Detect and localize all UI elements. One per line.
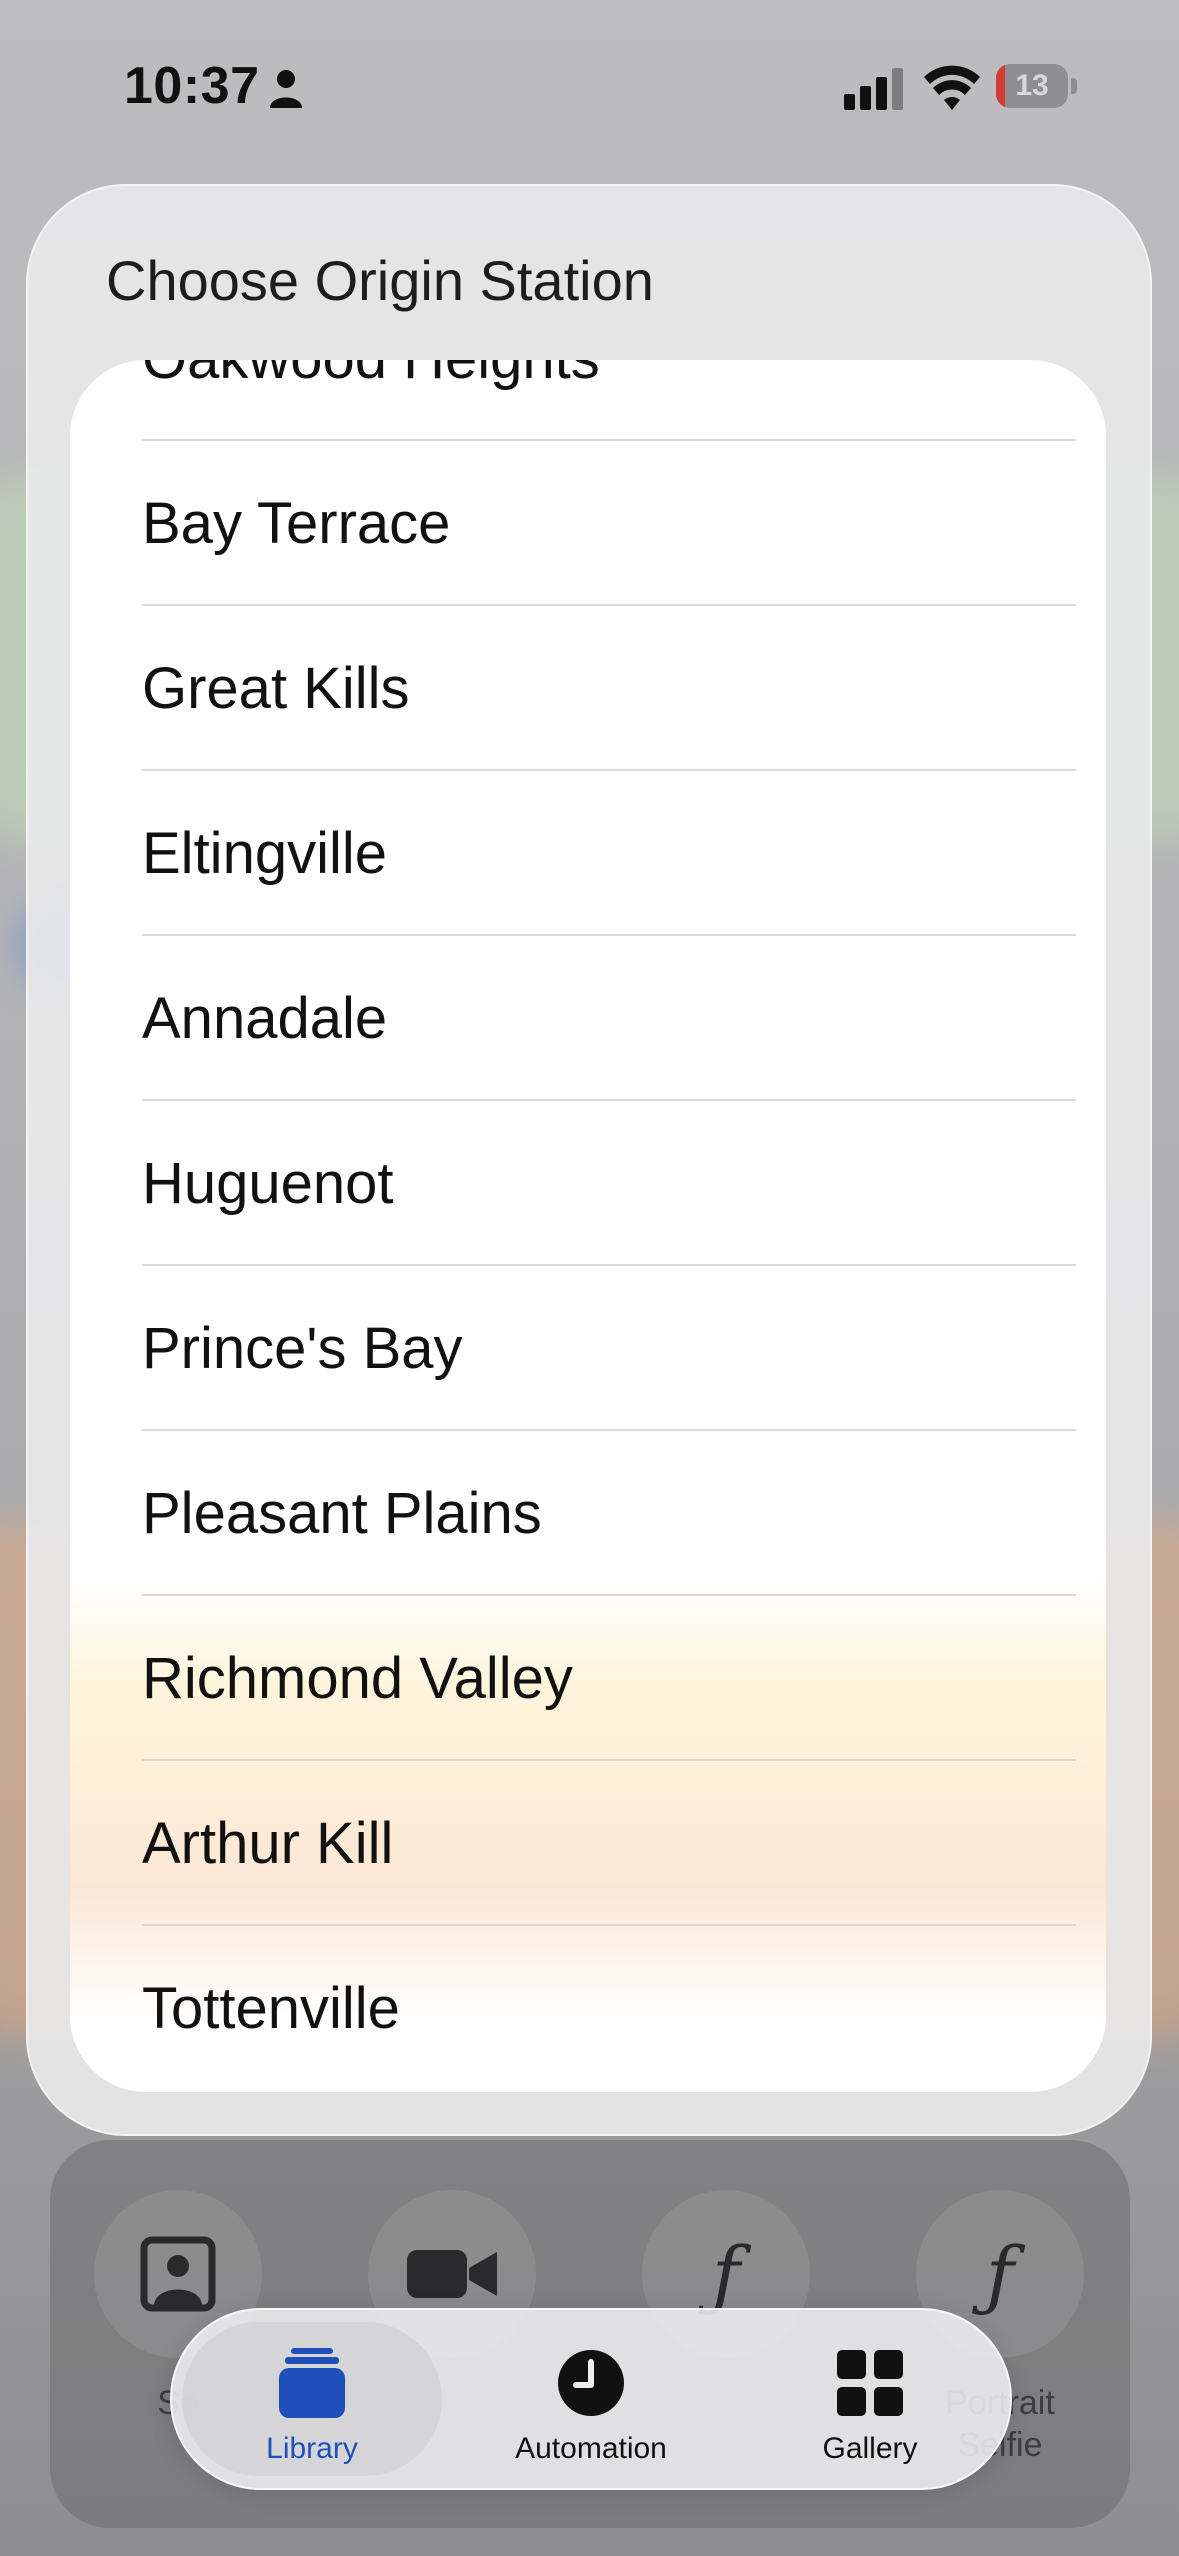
tab-label: Library xyxy=(266,2432,358,2465)
tab-gallery[interactable]: Gallery xyxy=(740,2322,1000,2476)
station-row[interactable]: Oakwood Heights xyxy=(70,360,1106,441)
station-row[interactable]: Tottenville xyxy=(70,1926,1106,2091)
station-row[interactable]: Prince's Bay xyxy=(70,1266,1106,1431)
choose-station-sheet: Choose Origin Station Oakwood Heights Bay… xyxy=(26,184,1152,2136)
station-name: Bay Terrace xyxy=(142,491,451,556)
battery-indicator: 13 xyxy=(996,64,1078,108)
person-portrait-icon xyxy=(140,2236,216,2312)
station-name: Tottenville xyxy=(142,1976,400,2041)
video-camera-icon xyxy=(407,2250,497,2298)
battery-body: 13 xyxy=(996,64,1068,108)
grid-icon xyxy=(837,2350,903,2416)
clock-icon xyxy=(558,2350,624,2416)
stack-icon xyxy=(279,2348,345,2418)
station-row[interactable]: Great Kills xyxy=(70,606,1106,771)
station-row[interactable]: Bay Terrace xyxy=(70,441,1106,606)
station-name: Oakwood Heights xyxy=(142,360,600,441)
tab-label: Automation xyxy=(515,2432,667,2465)
tab-label: Gallery xyxy=(822,2432,918,2465)
status-time: 10:37 xyxy=(124,57,260,115)
station-row[interactable]: Pleasant Plains xyxy=(70,1431,1106,1596)
station-row[interactable]: Annadale xyxy=(70,936,1106,1101)
station-row[interactable]: Eltingville xyxy=(70,771,1106,936)
station-list: Oakwood Heights Bay Terrace Great Kills Elt… xyxy=(70,360,1106,2091)
tab-automation[interactable]: Automation xyxy=(461,2322,721,2476)
status-bar: 10:37 13 xyxy=(0,0,1179,180)
battery-cap xyxy=(1071,78,1077,94)
function-icon: ƒ xyxy=(711,2229,741,2319)
person-icon xyxy=(270,70,302,108)
station-row[interactable]: Arthur Kill xyxy=(70,1761,1106,1926)
sheet-title: Choose Origin Station xyxy=(106,249,654,312)
cellular-signal-icon xyxy=(844,68,903,110)
station-row[interactable]: Richmond Valley xyxy=(70,1596,1106,1761)
wifi-icon xyxy=(924,65,980,110)
station-name: Arthur Kill xyxy=(142,1811,394,1876)
station-name: Richmond Valley xyxy=(142,1646,573,1711)
station-list-card: Oakwood Heights Bay Terrace Great Kills Elt… xyxy=(70,360,1106,2092)
function-icon: ƒ xyxy=(985,2229,1015,2319)
station-name: Eltingville xyxy=(142,821,387,886)
tab-library[interactable]: Library xyxy=(182,2322,442,2476)
station-name: Prince's Bay xyxy=(142,1316,463,1381)
station-name: Annadale xyxy=(142,986,388,1051)
station-row[interactable]: Huguenot xyxy=(70,1101,1106,1266)
battery-percentage: 13 xyxy=(1015,69,1049,102)
station-name: Pleasant Plains xyxy=(142,1481,542,1546)
station-name: Great Kills xyxy=(142,656,410,721)
tab-bar: Library Automation Gallery xyxy=(170,2308,1012,2490)
station-name: Huguenot xyxy=(142,1151,394,1216)
